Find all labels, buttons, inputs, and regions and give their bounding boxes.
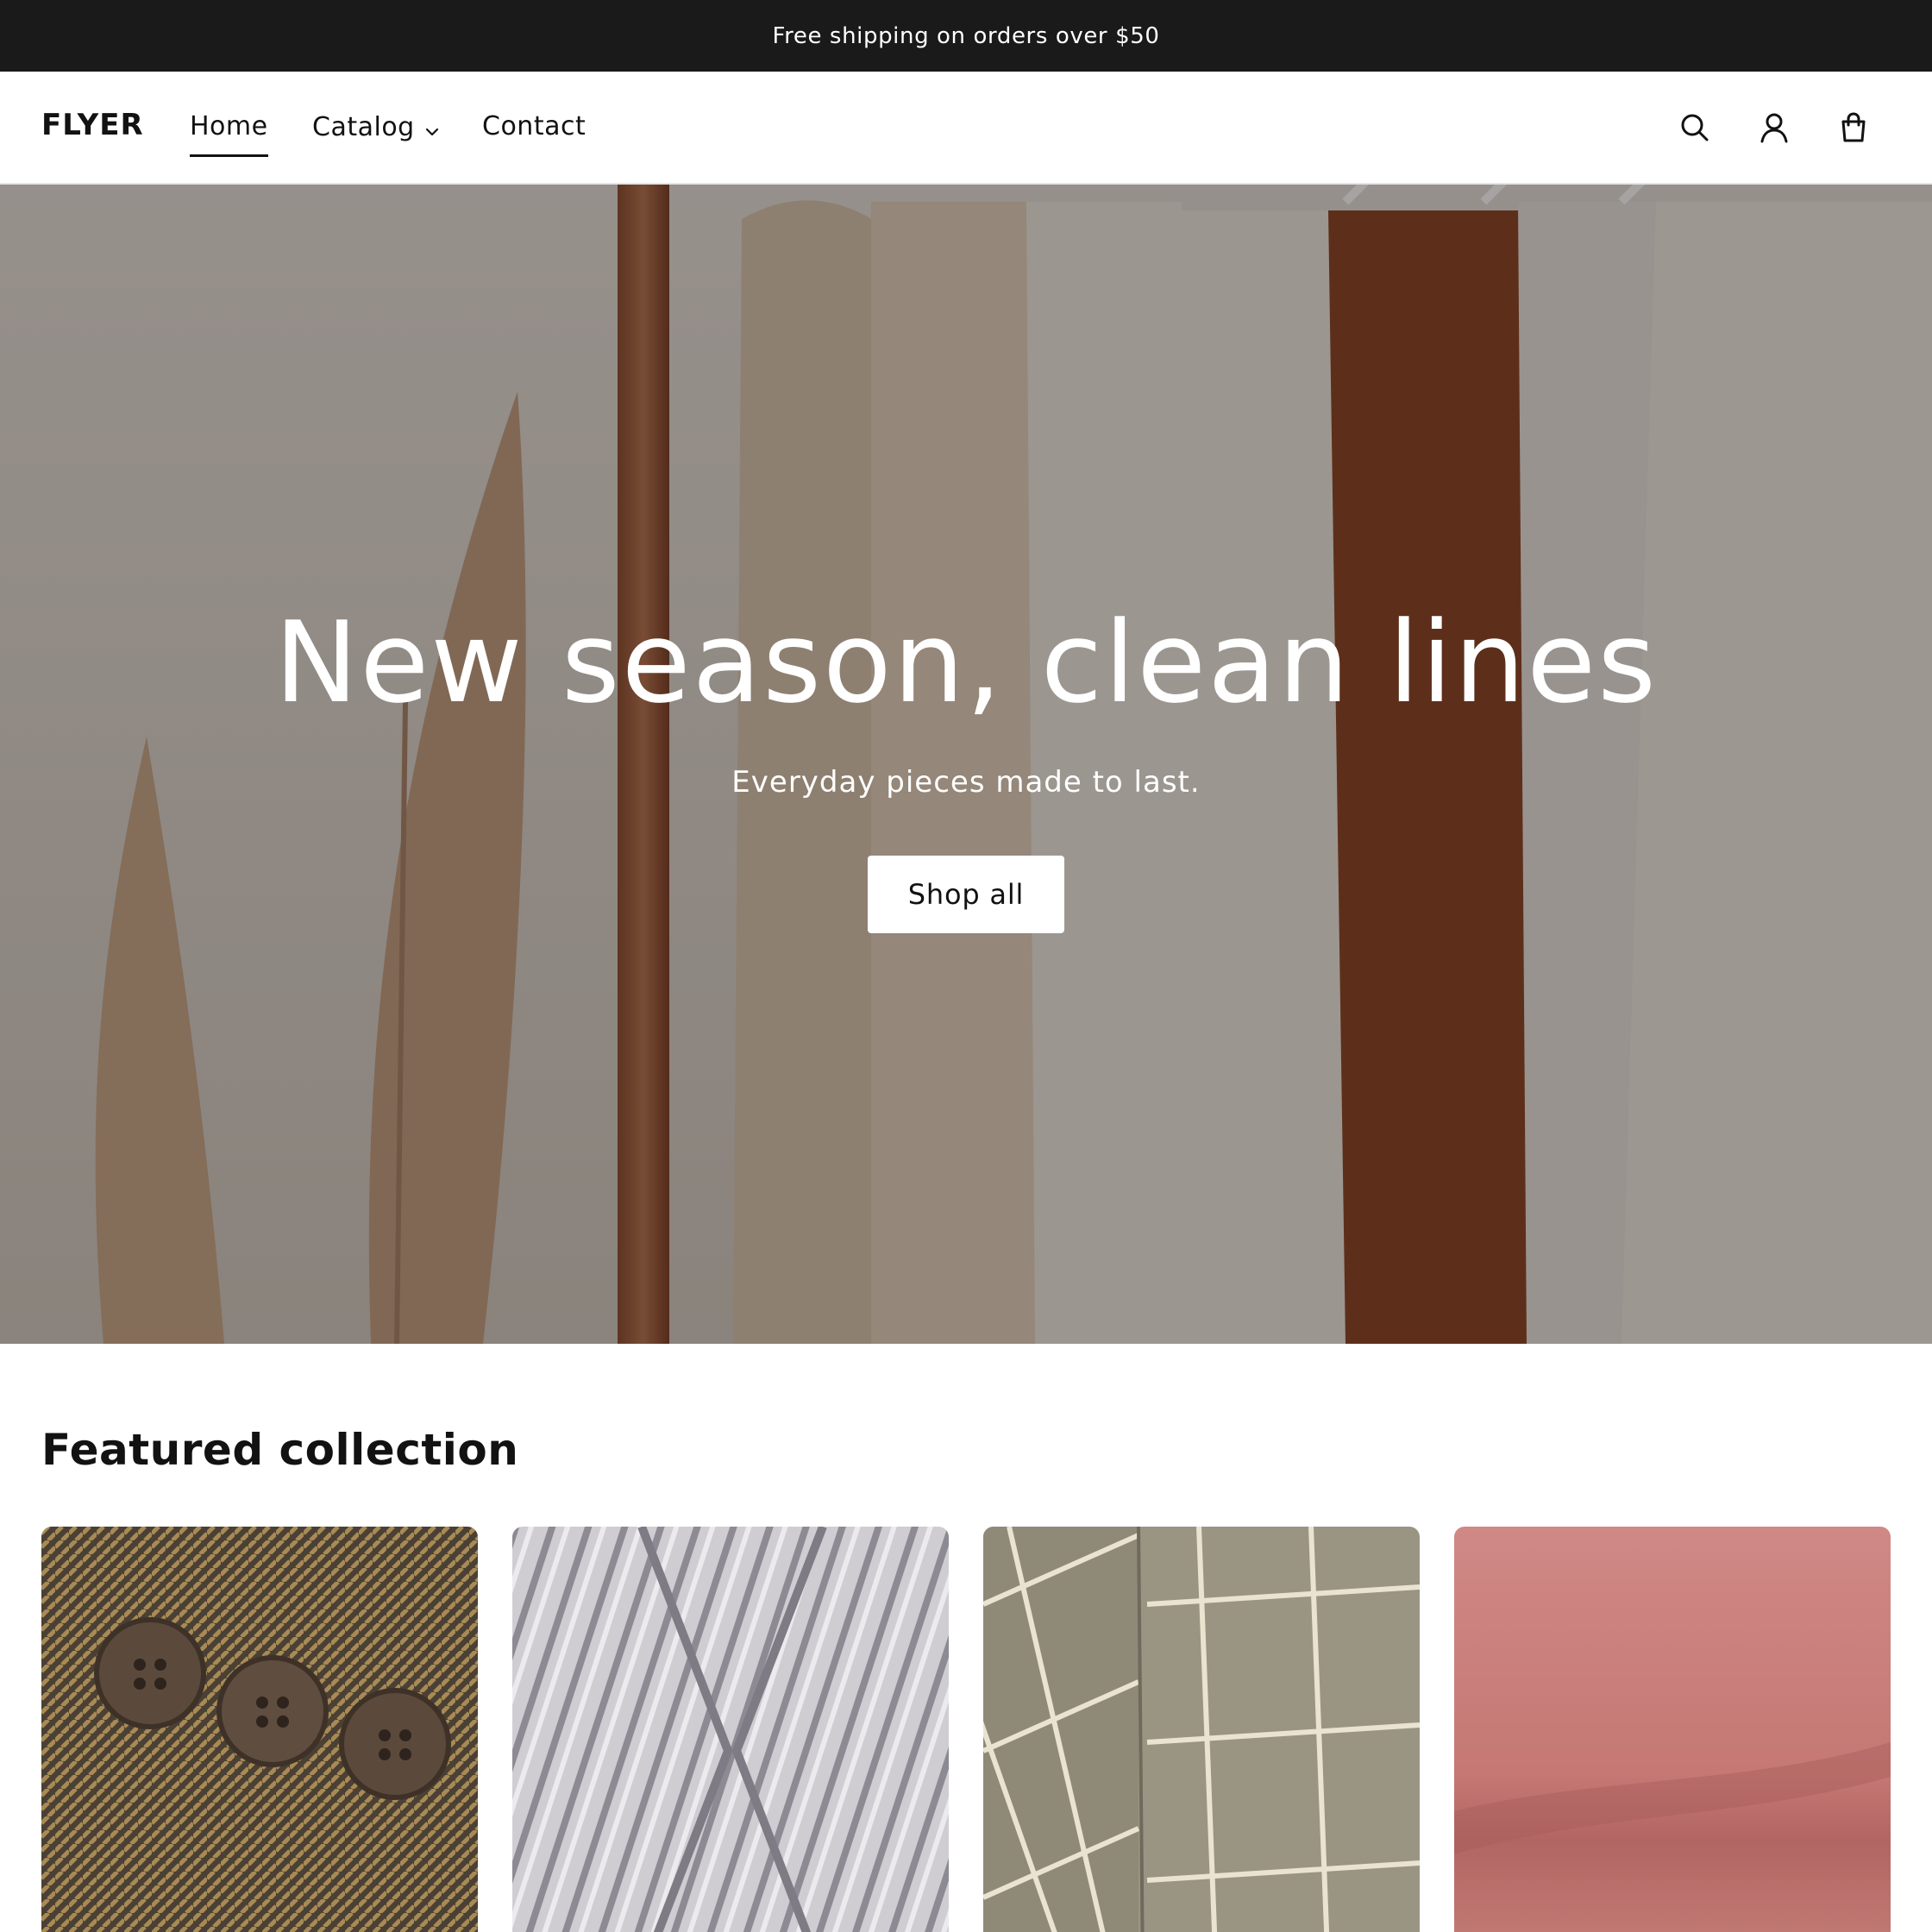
site-header: FLYER Home Catalog Contact (0, 72, 1932, 185)
product-card[interactable] (512, 1527, 949, 1932)
cart-icon[interactable] (1836, 110, 1871, 145)
chevron-down-icon (425, 113, 439, 143)
shop-all-button[interactable]: Shop all (868, 856, 1064, 933)
announcement-bar: Free shipping on orders over $50 (0, 0, 1932, 72)
announcement-text: Free shipping on orders over $50 (772, 22, 1160, 49)
account-icon[interactable] (1757, 110, 1791, 145)
nav-contact[interactable]: Contact (482, 111, 586, 141)
hero-title: New season, clean lines (274, 597, 1658, 728)
search-icon[interactable] (1678, 110, 1712, 145)
active-underline (190, 154, 268, 157)
product-card[interactable] (983, 1527, 1420, 1932)
hero-overlay (0, 185, 1932, 1344)
nav-home-label: Home (190, 111, 268, 141)
nav-home[interactable]: Home (190, 111, 268, 157)
hero-subtitle: Everyday pieces made to last. (731, 765, 1201, 800)
logo[interactable]: FLYER (41, 108, 144, 142)
product-card[interactable] (41, 1527, 478, 1932)
nav-catalog[interactable]: Catalog (312, 111, 439, 143)
featured-collection-title: Featured collection (41, 1425, 519, 1475)
nav-catalog-label: Catalog (312, 112, 415, 142)
product-image-grid-fabric (983, 1527, 1420, 1932)
hero-banner: New season, clean lines Everyday pieces … (0, 185, 1932, 1344)
product-image-pink-fabric (1454, 1527, 1891, 1932)
nav-contact-label: Contact (482, 111, 586, 141)
product-image-rope (512, 1527, 949, 1932)
product-card[interactable] (1454, 1527, 1891, 1932)
product-image-tweed (41, 1527, 478, 1932)
